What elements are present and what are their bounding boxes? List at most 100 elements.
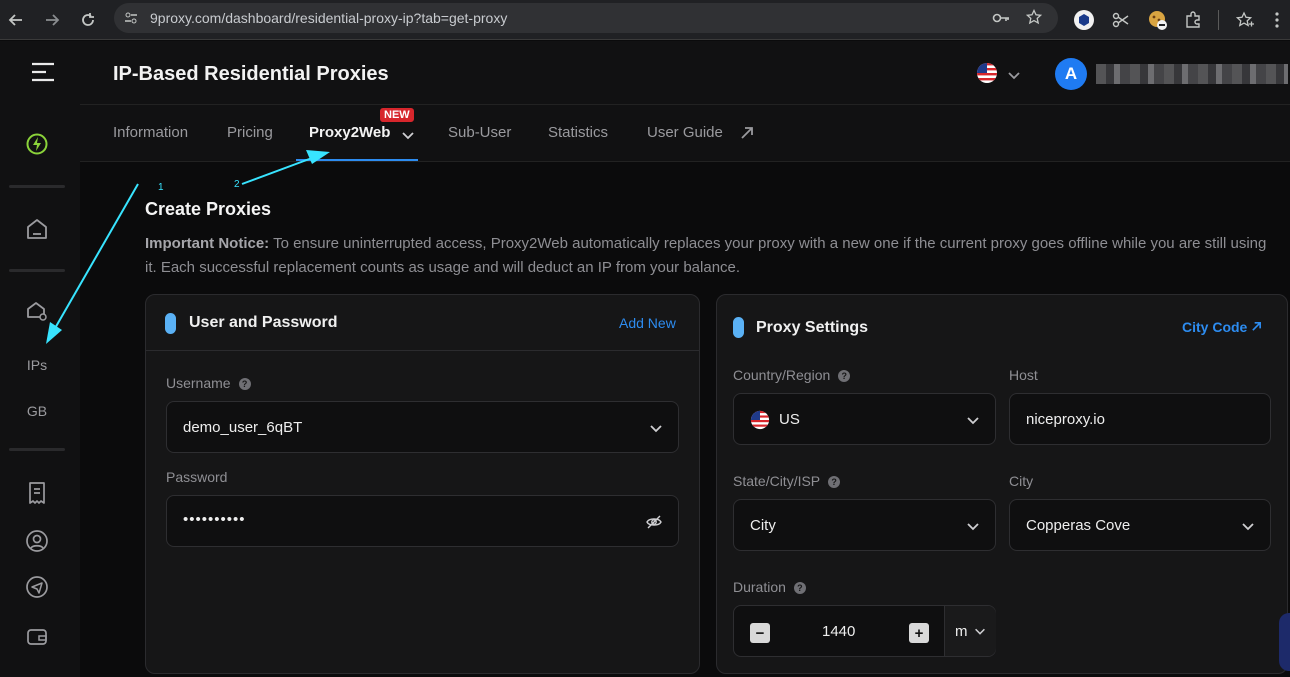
state-value: City (750, 517, 776, 534)
address-bar[interactable]: 9proxy.com/dashboard/residential-proxy-i… (114, 3, 1058, 33)
sidebar-divider (9, 185, 65, 188)
main-content: Create Proxies Important Notice: To ensu… (80, 162, 1290, 677)
sidebar-divider (9, 448, 65, 451)
language-selector[interactable] (976, 62, 998, 89)
floating-chat-widget[interactable] (1279, 613, 1290, 671)
receipt-icon[interactable] (24, 480, 50, 506)
card-title: Proxy Settings (756, 319, 869, 336)
star-icon[interactable] (1025, 8, 1043, 30)
host-label: Host (1009, 367, 1038, 383)
password-value: •••••••••• (183, 511, 246, 528)
chevron-down-icon (967, 523, 979, 531)
help-icon[interactable]: ? (793, 582, 806, 594)
card-accent-bar (733, 317, 744, 338)
duration-stepper[interactable]: − 1440 + m (733, 605, 996, 657)
lightning-icon[interactable] (24, 131, 50, 157)
tab-bar: Information Pricing Proxy2Web NEW Sub-Us… (80, 105, 1290, 162)
home-icon[interactable] (24, 216, 50, 242)
section-title: Create Proxies (145, 199, 272, 219)
url-text: 9proxy.com/dashboard/residential-proxy-i… (150, 10, 508, 26)
cookie-icon[interactable] (1147, 9, 1169, 31)
country-label: Country/Region? (733, 367, 851, 383)
page-title: IP-Based Residential Proxies (113, 63, 389, 85)
puzzle-icon[interactable] (1182, 9, 1204, 31)
username-label: Username? (166, 375, 251, 391)
site-info-icon[interactable] (124, 11, 138, 30)
state-label: State/City/ISP? (733, 473, 841, 489)
user-icon[interactable] (24, 528, 50, 554)
wallet-icon[interactable] (24, 624, 50, 650)
increment-button[interactable]: + (909, 623, 929, 643)
country-select[interactable]: US (733, 393, 996, 445)
notice-label: Important Notice: (145, 235, 270, 252)
duration-unit-select[interactable]: m (944, 606, 996, 656)
annotation-label-1: 1 (158, 182, 164, 193)
sidebar-item-gb[interactable]: GB (0, 403, 74, 419)
username-label-text: Username (166, 375, 231, 391)
add-new-link[interactable]: Add New (619, 315, 676, 331)
user-name-redacted (1096, 64, 1288, 84)
sidebar-divider (9, 269, 65, 272)
card-accent-bar (165, 313, 176, 334)
annotation-label-2: 2 (234, 179, 240, 190)
us-flag-icon (750, 410, 770, 430)
eye-slash-icon[interactable] (646, 514, 662, 530)
tab-user-guide[interactable]: User Guide (647, 124, 723, 141)
forward-icon[interactable] (40, 8, 64, 32)
city-code-link[interactable]: City Code (1182, 319, 1262, 335)
tab-proxy2web[interactable]: Proxy2Web (309, 124, 390, 141)
duration-unit-value: m (955, 623, 968, 640)
menu-dots-icon[interactable] (1266, 9, 1288, 31)
telegram-icon[interactable] (24, 574, 50, 600)
tab-information[interactable]: Information (113, 124, 188, 141)
chevron-down-icon (1242, 523, 1254, 531)
user-password-card: User and Password Add New Username? demo… (145, 294, 700, 674)
host-value: niceproxy.io (1026, 411, 1105, 428)
active-tab-indicator (296, 159, 418, 161)
card-title: User and Password (189, 314, 338, 331)
state-label-text: State/City/ISP (733, 473, 821, 489)
chevron-down-icon[interactable] (402, 128, 414, 146)
chevron-down-icon (650, 425, 662, 433)
back-icon[interactable] (4, 8, 28, 32)
tab-statistics[interactable]: Statistics (548, 124, 608, 141)
card-header: User and Password Add New (146, 295, 699, 351)
extension-shield-icon[interactable] (1073, 9, 1095, 31)
help-icon[interactable]: ? (838, 370, 851, 382)
tab-sub-user[interactable]: Sub-User (448, 124, 511, 141)
proxy-settings-card: Proxy Settings City Code Country/Region?… (716, 294, 1288, 674)
proxy-house-icon[interactable] (24, 298, 50, 324)
page-header: IP-Based Residential Proxies A (80, 41, 1290, 105)
chevron-down-icon (975, 628, 985, 635)
password-field[interactable]: •••••••••• (166, 495, 679, 547)
scissors-icon[interactable] (1110, 9, 1132, 31)
city-code-text: City Code (1182, 319, 1248, 335)
username-value: demo_user_6qBT (183, 419, 303, 436)
duration-value: 1440 (822, 623, 856, 640)
help-icon[interactable]: ? (238, 378, 251, 390)
decrement-button[interactable]: − (750, 623, 770, 643)
key-icon[interactable] (992, 10, 1010, 31)
host-field[interactable]: niceproxy.io (1009, 393, 1271, 445)
avatar[interactable]: A (1055, 58, 1087, 90)
chevron-down-icon[interactable] (1008, 68, 1020, 86)
tab-pricing[interactable]: Pricing (227, 124, 273, 141)
us-flag-icon (977, 63, 997, 83)
hamburger-menu-icon[interactable] (31, 62, 55, 87)
help-icon[interactable]: ? (828, 476, 841, 488)
sidebar-item-ips[interactable]: IPs (0, 357, 74, 373)
important-notice: Important Notice: To ensure uninterrupte… (145, 232, 1280, 280)
browser-toolbar: 9proxy.com/dashboard/residential-proxy-i… (0, 0, 1290, 40)
password-label: Password (166, 469, 228, 485)
bookmark-star-icon[interactable] (1234, 9, 1256, 31)
city-select[interactable]: Copperas Cove (1009, 499, 1271, 551)
card-header: Proxy Settings City Code (717, 295, 1287, 359)
username-select[interactable]: demo_user_6qBT (166, 401, 679, 453)
country-label-text: Country/Region (733, 367, 831, 383)
reload-icon[interactable] (76, 8, 100, 32)
city-label: City (1009, 473, 1034, 489)
external-link-icon[interactable] (740, 126, 754, 145)
toolbar-divider (1218, 10, 1219, 30)
external-link-icon (1252, 322, 1262, 331)
state-select[interactable]: City (733, 499, 996, 551)
